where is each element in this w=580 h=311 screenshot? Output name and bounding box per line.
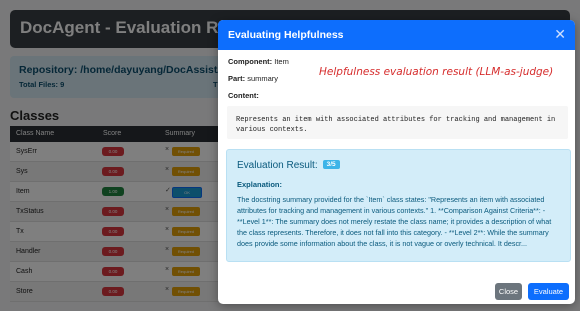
evaluation-result-box: Evaluation Result: 3/5 Explanation: The d… — [226, 149, 571, 262]
result-label: Evaluation Result: — [237, 160, 318, 171]
part-row: Part: summary — [228, 74, 278, 83]
modal-title: Evaluating Helpfulness — [228, 29, 344, 41]
result-score-badge: 3/5 — [322, 160, 340, 169]
modal-header: Evaluating Helpfulness ✕ — [218, 20, 575, 50]
content-label: Content: — [228, 91, 259, 100]
explanation-text: The docstring summary provided for the `… — [237, 195, 552, 248]
annotation-text: Helpfulness evaluation result (LLM-as-ju… — [319, 66, 554, 78]
component-label: Component: — [228, 57, 273, 66]
component-value: Item — [274, 57, 289, 66]
close-icon[interactable]: ✕ — [554, 26, 566, 43]
close-button[interactable]: Close — [495, 283, 522, 300]
explanation-label: Explanation: — [237, 180, 283, 189]
evaluation-modal: Evaluating Helpfulness ✕ Component: Item… — [218, 20, 575, 304]
result-title: Evaluation Result: 3/5 — [237, 160, 340, 171]
evaluate-button[interactable]: Evaluate — [528, 283, 569, 300]
component-row: Component: Item — [228, 57, 289, 66]
content-text: Represents an item with associated attri… — [236, 116, 556, 134]
part-label: Part: — [228, 74, 246, 83]
content-box: Represents an item with associated attri… — [227, 106, 568, 139]
part-value: summary — [247, 74, 279, 83]
